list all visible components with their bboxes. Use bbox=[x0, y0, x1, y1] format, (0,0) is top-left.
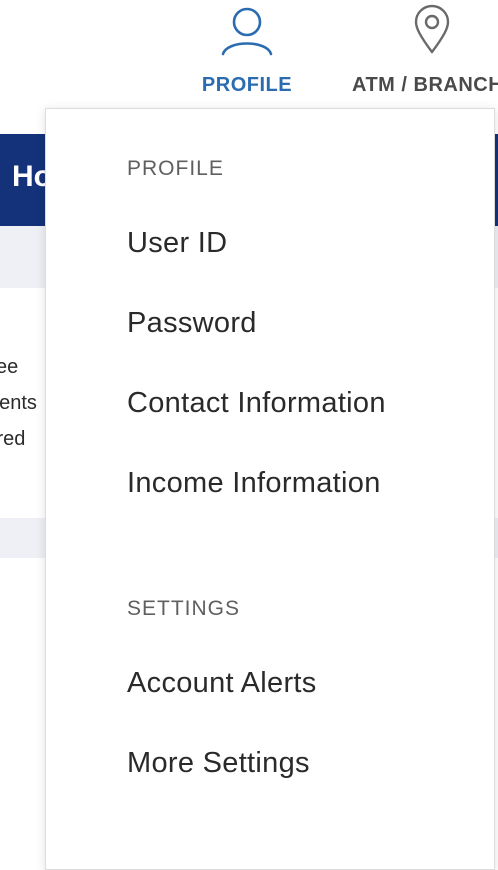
profile-dropdown-menu: PROFILE User ID Password Contact Informa… bbox=[45, 108, 495, 870]
top-nav: PROFILE ATM / BRANCH bbox=[0, 0, 498, 108]
card-text-line: ee bbox=[0, 356, 19, 378]
menu-item-password[interactable]: Password bbox=[127, 307, 257, 340]
nav-profile-label: PROFILE bbox=[201, 74, 293, 96]
location-pin-icon bbox=[410, 2, 454, 63]
nav-atm-label: ATM / BRANCH bbox=[352, 74, 498, 96]
user-icon bbox=[219, 2, 275, 63]
settings-section-header: SETTINGS bbox=[127, 597, 241, 620]
nav-profile[interactable]: PROFILE bbox=[195, 0, 299, 108]
card-text-line: nents bbox=[0, 392, 37, 414]
nav-atm-branch[interactable]: ATM / BRANCH bbox=[352, 0, 498, 108]
menu-item-account-alerts[interactable]: Account Alerts bbox=[127, 667, 317, 700]
menu-item-contact-information[interactable]: Contact Information bbox=[127, 387, 386, 420]
profile-section-header: PROFILE bbox=[127, 157, 224, 180]
menu-item-income-information[interactable]: Income Information bbox=[127, 467, 381, 500]
card-text-line: ired bbox=[0, 428, 26, 450]
menu-item-user-id[interactable]: User ID bbox=[127, 227, 227, 260]
menu-item-more-settings[interactable]: More Settings bbox=[127, 747, 310, 780]
